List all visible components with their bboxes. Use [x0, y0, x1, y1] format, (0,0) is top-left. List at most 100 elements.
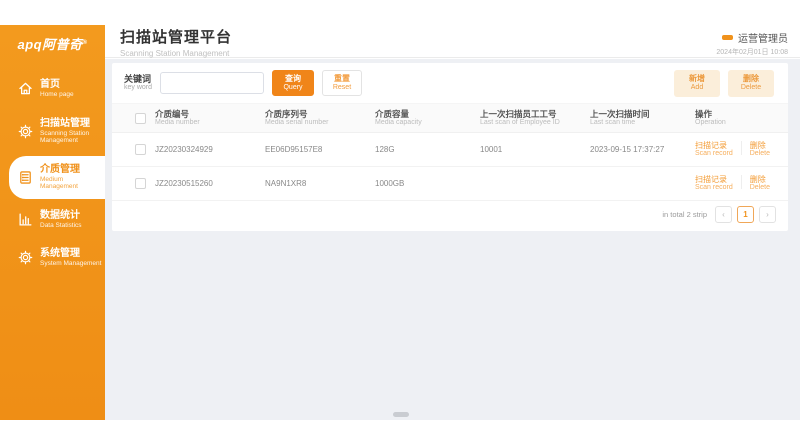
page-number-button[interactable]: 1: [737, 206, 754, 223]
sidebar-item-label-zh: 系统管理: [40, 248, 102, 259]
col-header-en: Operation: [695, 119, 784, 127]
delete-row-label-zh: 删除: [750, 141, 770, 150]
user-block[interactable]: 运营管理员 2024年02月01日 10:08: [716, 30, 788, 57]
add-button-label-zh: 新增: [689, 74, 705, 83]
row-checkbox[interactable]: [135, 178, 146, 189]
cell-serial-number: EE06D95157E8: [265, 133, 375, 167]
brand-logo: apq阿普奇®: [0, 25, 105, 61]
media-list-icon: [18, 170, 33, 185]
bar-chart-icon: [18, 212, 33, 227]
delete-button[interactable]: 删除 Delete: [728, 70, 774, 97]
title-block: 扫描站管理平台 Scanning Station Management: [120, 26, 232, 58]
add-button[interactable]: 新增 Add: [674, 70, 720, 97]
cell-last-scan-time: [590, 167, 695, 201]
delete-row-label-en: Delete: [750, 150, 770, 158]
content-area: 关键词 key word 查询 Query 重置 Reset 新增 Add: [105, 59, 800, 420]
table-header-row: 介质编号 Media number 介质序列号 Media serial num…: [112, 104, 788, 133]
scan-record-link[interactable]: 扫描记录 Scan record: [695, 141, 733, 158]
col-header-media-number: 介质编号 Media number: [155, 104, 265, 133]
sidebar-item-label-zh: 扫描站管理: [40, 118, 102, 129]
col-header-zh: 介质编号: [155, 109, 261, 119]
col-header-en: Media serial number: [265, 119, 371, 127]
keyword-label-zh: 关键词: [124, 74, 152, 84]
reset-button[interactable]: 重置 Reset: [322, 70, 362, 96]
delete-row-link[interactable]: 删除 Delete: [750, 175, 770, 192]
gear-icon: [18, 250, 33, 265]
col-header-operation: 操作 Operation: [695, 104, 788, 133]
keyword-label: 关键词 key word: [124, 74, 152, 92]
operation-divider: [741, 141, 742, 155]
col-header-en: Last scan of Employee ID: [480, 119, 586, 127]
page-subtitle: Scanning Station Management: [120, 49, 232, 58]
col-header-capacity: 介质容量 Media capacity: [375, 104, 480, 133]
sidebar-menu: 首页 Home page 扫描站管理 Scanning Station Mana…: [0, 61, 105, 276]
current-datetime: 2024年02月01日 10:08: [716, 47, 788, 57]
page-title: 扫描站管理平台: [120, 26, 232, 47]
keyword-label-en: key word: [124, 84, 152, 92]
scan-record-link[interactable]: 扫描记录 Scan record: [695, 175, 733, 192]
row-checkbox[interactable]: [135, 144, 146, 155]
sidebar-item-label-en: System Management: [40, 260, 102, 268]
col-header-zh: 介质容量: [375, 109, 476, 119]
scan-record-label-en: Scan record: [695, 150, 733, 158]
next-page-button[interactable]: ›: [759, 206, 776, 223]
cell-last-scan-time: 2023-09-15 17:37:27: [590, 133, 695, 167]
sidebar: apq阿普奇® 首页 Home page 扫描站管理 Scan: [0, 25, 105, 420]
col-header-en: Media capacity: [375, 119, 476, 127]
sidebar-item-label-en: Home page: [40, 91, 102, 99]
registered-mark: ®: [83, 40, 88, 46]
col-header-serial-number: 介质序列号 Media serial number: [265, 104, 375, 133]
cell-serial-number: NA9N1XR8: [265, 167, 375, 201]
sidebar-item-label-en: Medium Management: [40, 176, 102, 191]
delete-row-label-en: Delete: [750, 184, 770, 192]
operation-divider: [741, 175, 742, 189]
scan-record-label-zh: 扫描记录: [695, 141, 733, 150]
scan-record-label-en: Scan record: [695, 184, 733, 192]
col-header-en: Last scan time: [590, 119, 691, 127]
user-name: 运营管理员: [738, 30, 788, 45]
sidebar-item-medium-management[interactable]: 介质管理 Medium Management: [9, 156, 105, 199]
keyword-search-input[interactable]: [160, 72, 264, 94]
media-table-card: 关键词 key word 查询 Query 重置 Reset 新增 Add: [112, 63, 788, 231]
sidebar-item-label-zh: 数据统计: [40, 210, 102, 221]
delete-row-label-zh: 删除: [750, 175, 770, 184]
col-header-zh: 操作: [695, 109, 784, 119]
add-button-label-en: Add: [691, 83, 703, 92]
sidebar-item-label-zh: 介质管理: [40, 164, 102, 175]
select-all-checkbox[interactable]: [135, 113, 146, 124]
delete-button-label-en: Delete: [741, 83, 761, 92]
delete-button-label-zh: 删除: [743, 74, 759, 83]
col-header-zh: 上一次扫描时间: [590, 109, 691, 119]
cell-media-number: JZ20230324929: [155, 133, 265, 167]
table-row: JZ20230324929 EE06D95157E8 128G 10001 20…: [112, 133, 788, 167]
gear-icon: [18, 124, 33, 139]
prev-page-button[interactable]: ‹: [715, 206, 732, 223]
sidebar-item-scanning-station[interactable]: 扫描站管理 Scanning Station Management: [0, 110, 105, 153]
delete-row-link[interactable]: 删除 Delete: [750, 141, 770, 158]
app-header: 扫描站管理平台 Scanning Station Management 运营管理…: [0, 0, 800, 58]
toolbar: 关键词 key word 查询 Query 重置 Reset 新增 Add: [112, 63, 788, 103]
query-button[interactable]: 查询 Query: [272, 70, 314, 96]
sidebar-item-label-en: Data Statistics: [40, 222, 102, 230]
col-header-employee-id: 上一次扫描员工工号 Last scan of Employee ID: [480, 104, 590, 133]
home-icon: [18, 81, 33, 96]
cell-employee-id: 10001: [480, 133, 590, 167]
sidebar-item-system-management[interactable]: 系统管理 System Management: [0, 240, 105, 276]
cell-employee-id: [480, 167, 590, 201]
col-header-last-scan-time: 上一次扫描时间 Last scan time: [590, 104, 695, 133]
sidebar-item-data-statistics[interactable]: 数据统计 Data Statistics: [0, 202, 105, 238]
query-button-label-zh: 查询: [285, 74, 301, 83]
media-table: 介质编号 Media number 介质序列号 Media serial num…: [112, 103, 788, 201]
cell-capacity: 128G: [375, 133, 480, 167]
horizontal-scrollbar-thumb[interactable]: [393, 412, 409, 417]
pagination-total-text: in total 2 strip: [662, 210, 707, 219]
row-operations: 扫描记录 Scan record 删除 Delete: [695, 175, 784, 192]
query-button-label-en: Query: [283, 83, 302, 92]
scanning-station-management-app: 扫描站管理平台 Scanning Station Management 运营管理…: [0, 0, 800, 447]
cell-capacity: 1000GB: [375, 167, 480, 201]
sidebar-item-home[interactable]: 首页 Home page: [0, 71, 105, 107]
reset-button-label-en: Reset: [333, 83, 351, 92]
col-header-en: Media number: [155, 119, 261, 127]
col-header-zh: 介质序列号: [265, 109, 371, 119]
sidebar-item-label-zh: 首页: [40, 79, 102, 90]
